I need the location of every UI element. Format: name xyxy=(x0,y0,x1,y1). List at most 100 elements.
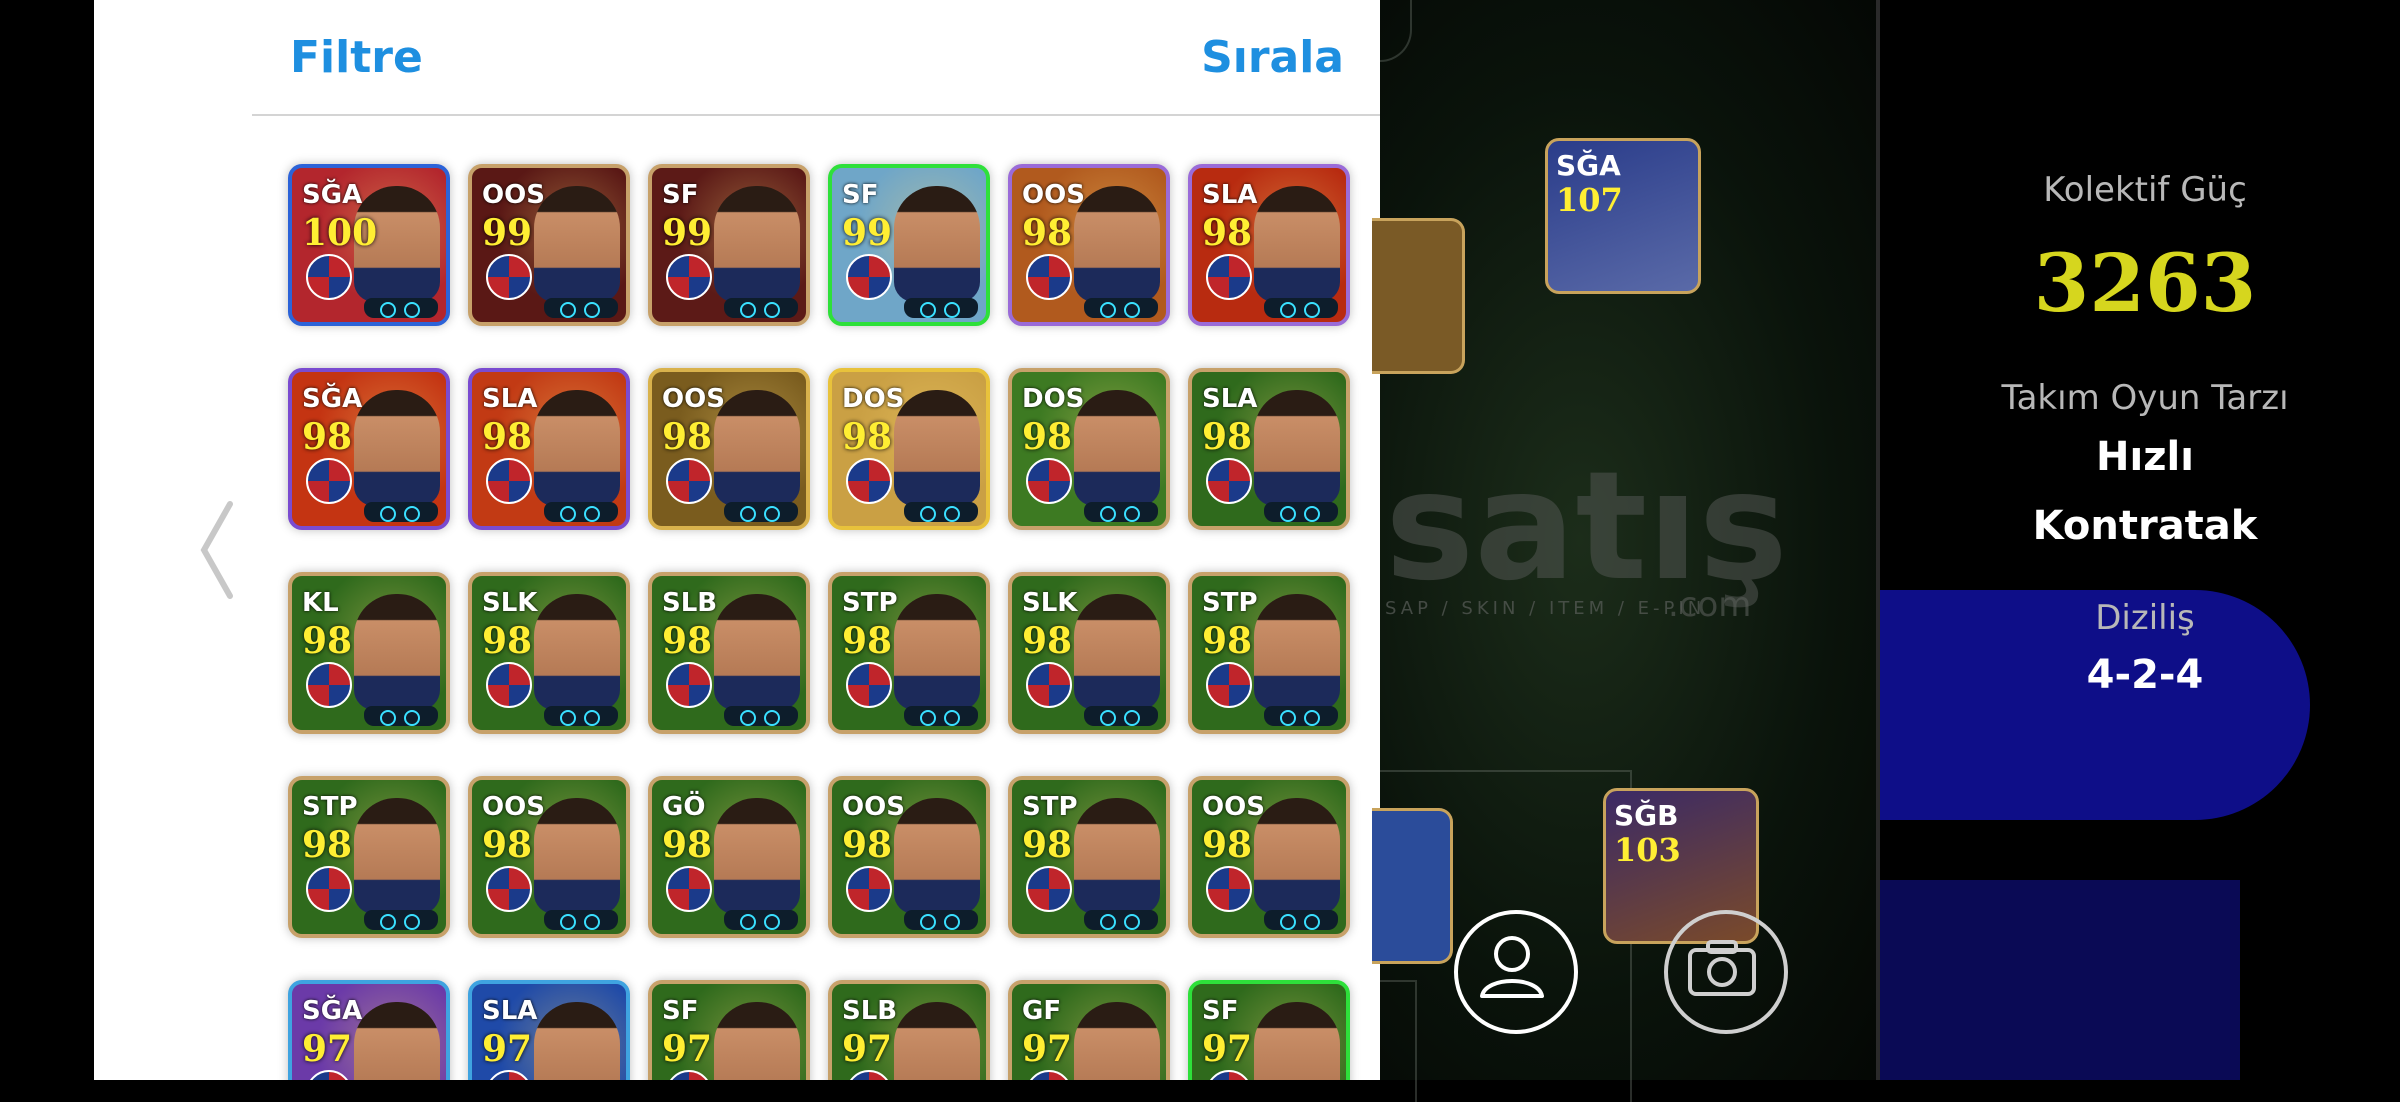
player-card[interactable]: SLA 98 xyxy=(468,368,630,530)
skill-slot-bar xyxy=(544,910,618,930)
player-card[interactable]: SLK 98 xyxy=(468,572,630,734)
player-portrait xyxy=(714,1002,800,1080)
player-card[interactable]: OOS 99 xyxy=(468,164,630,326)
player-card[interactable]: GÖ 98 xyxy=(648,776,810,938)
skill-slot-icon xyxy=(920,710,936,726)
skill-slot-bar xyxy=(724,502,798,522)
card-rating: 98 xyxy=(482,416,533,458)
skill-slot-icon xyxy=(380,710,396,726)
player-card[interactable]: OOS 98 xyxy=(828,776,990,938)
player-portrait xyxy=(714,390,800,506)
player-card[interactable]: SLK 98 xyxy=(1008,572,1170,734)
card-position: DOS xyxy=(842,384,905,414)
player-portrait xyxy=(354,390,440,506)
player-card[interactable]: SLB 98 xyxy=(648,572,810,734)
club-badge-icon xyxy=(846,458,892,504)
card-rating: 99 xyxy=(662,212,713,254)
card-rating: 97 xyxy=(302,1028,353,1070)
player-card[interactable]: SLA 97 xyxy=(468,980,630,1080)
card-position: STP xyxy=(1202,588,1258,618)
player-portrait xyxy=(354,594,440,710)
skill-slot-icon xyxy=(740,914,756,930)
skill-slot-bar xyxy=(904,502,978,522)
club-badge-icon xyxy=(306,866,352,912)
player-card[interactable]: SĞA 100 xyxy=(288,164,450,326)
field-card-rating: 103 xyxy=(1614,831,1681,869)
player-card[interactable]: SF 97 xyxy=(1188,980,1350,1080)
skill-slot-icon xyxy=(1304,710,1320,726)
field-player-card[interactable] xyxy=(1372,808,1453,964)
player-card[interactable]: OOS 98 xyxy=(1188,776,1350,938)
player-card[interactable]: OOS 98 xyxy=(648,368,810,530)
player-card[interactable]: SF 97 xyxy=(648,980,810,1080)
card-rating: 98 xyxy=(302,620,353,662)
player-card[interactable]: SĞA 97 xyxy=(288,980,450,1080)
skill-slot-bar xyxy=(1084,502,1158,522)
skill-slot-icon xyxy=(920,302,936,318)
player-card[interactable]: SLA 98 xyxy=(1188,164,1350,326)
skill-slot-bar xyxy=(364,910,438,930)
team-style-label: Takım Oyun Tarzı xyxy=(2001,378,2289,418)
field-player-card[interactable]: SĞA 107 xyxy=(1545,138,1701,294)
club-badge-icon xyxy=(846,662,892,708)
skill-slot-icon xyxy=(1100,506,1116,522)
player-card[interactable]: GF 97 xyxy=(1008,980,1170,1080)
player-portrait xyxy=(1074,186,1160,302)
skill-slot-icon xyxy=(920,914,936,930)
player-card[interactable]: STP 98 xyxy=(1008,776,1170,938)
chevron-left-icon[interactable] xyxy=(196,500,236,600)
decor-stripe xyxy=(1880,880,2240,1080)
player-portrait xyxy=(1254,594,1340,710)
skill-slot-bar xyxy=(724,298,798,318)
player-portrait xyxy=(894,186,980,302)
card-rating: 99 xyxy=(842,212,893,254)
player-portrait xyxy=(534,594,620,710)
player-card[interactable]: SF 99 xyxy=(648,164,810,326)
player-card[interactable]: STP 98 xyxy=(828,572,990,734)
skill-slot-icon xyxy=(380,506,396,522)
player-card[interactable]: SLB 97 xyxy=(828,980,990,1080)
skill-slot-icon xyxy=(1124,710,1140,726)
skill-slot-bar xyxy=(1264,298,1338,318)
player-portrait xyxy=(534,390,620,506)
player-card[interactable]: SLA 98 xyxy=(1188,368,1350,530)
player-portrait xyxy=(1254,798,1340,914)
club-badge-icon xyxy=(1206,1070,1252,1080)
club-badge-icon xyxy=(1206,254,1252,300)
skill-slot-icon xyxy=(1280,710,1296,726)
player-card[interactable]: STP 98 xyxy=(1188,572,1350,734)
skill-slot-icon xyxy=(740,710,756,726)
skill-slot-icon xyxy=(1304,302,1320,318)
player-portrait xyxy=(1074,1002,1160,1080)
field-card-position: SĞA xyxy=(1556,149,1621,182)
player-card[interactable]: SF 99 xyxy=(828,164,990,326)
skill-slot-icon xyxy=(764,506,780,522)
card-position: GÖ xyxy=(662,792,706,822)
skill-slot-icon xyxy=(404,914,420,930)
player-card[interactable]: DOS 98 xyxy=(828,368,990,530)
player-portrait xyxy=(534,186,620,302)
field-player-card[interactable] xyxy=(1372,218,1465,374)
skill-slot-bar xyxy=(1084,910,1158,930)
skill-slot-icon xyxy=(944,914,960,930)
skill-slot-icon xyxy=(1124,914,1140,930)
card-rating: 98 xyxy=(1202,416,1253,458)
card-rating: 99 xyxy=(482,212,533,254)
field-card-rating: 107 xyxy=(1556,181,1623,219)
filter-button[interactable]: Filtre xyxy=(290,32,423,83)
profile-button[interactable] xyxy=(1454,910,1578,1034)
card-position: SLK xyxy=(1022,588,1078,618)
player-card[interactable]: OOS 98 xyxy=(468,776,630,938)
card-position: SLB xyxy=(662,588,718,618)
player-card[interactable]: OOS 98 xyxy=(1008,164,1170,326)
player-card[interactable]: DOS 98 xyxy=(1008,368,1170,530)
card-rating: 100 xyxy=(302,212,378,254)
player-card[interactable]: SĞA 98 xyxy=(288,368,450,530)
camera-button[interactable] xyxy=(1664,910,1788,1034)
skill-slot-bar xyxy=(1264,706,1338,726)
card-position: GF xyxy=(1022,996,1062,1026)
sort-button[interactable]: Sırala xyxy=(1201,32,1344,83)
player-card[interactable]: KL 98 xyxy=(288,572,450,734)
player-portrait xyxy=(894,594,980,710)
player-card[interactable]: STP 98 xyxy=(288,776,450,938)
